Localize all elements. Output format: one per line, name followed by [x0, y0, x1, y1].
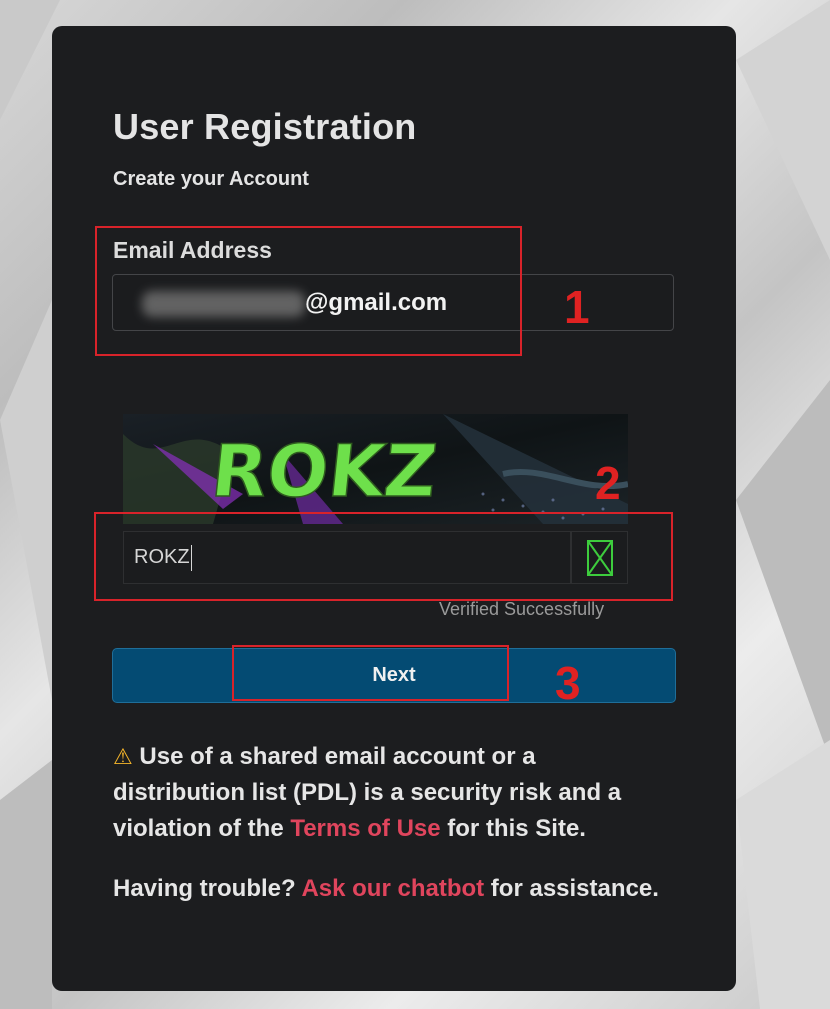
captcha-text: ROKZ [207, 430, 440, 514]
annotation-box-2 [94, 512, 673, 601]
annotation-box-3 [232, 645, 509, 701]
warning-text-end: for this Site. [440, 815, 586, 842]
verification-status: Verified Successfully [439, 599, 605, 619]
captcha-image: ROKZ [123, 414, 628, 524]
chatbot-link[interactable]: Ask our chatbot [301, 875, 484, 902]
page-title: User Registration [113, 106, 417, 147]
annotation-number-3: 3 [555, 657, 581, 709]
help-text-start: Having trouble? [113, 875, 302, 902]
terms-of-use-link[interactable]: Terms of Use [290, 815, 440, 842]
warning-icon: ⚠ [113, 744, 133, 769]
page-subtitle: Create your Account [113, 168, 309, 190]
registration-card: User Registration Create your Account Em… [52, 26, 736, 991]
annotation-box-1 [95, 226, 522, 356]
help-text-end: for assistance. [484, 875, 659, 902]
security-warning: ⚠ Use of a shared email account or a dis… [113, 739, 673, 847]
annotation-number-2: 2 [595, 457, 621, 509]
help-message: Having trouble? Ask our chatbot for assi… [113, 871, 713, 907]
annotation-number-1: 1 [564, 281, 590, 333]
